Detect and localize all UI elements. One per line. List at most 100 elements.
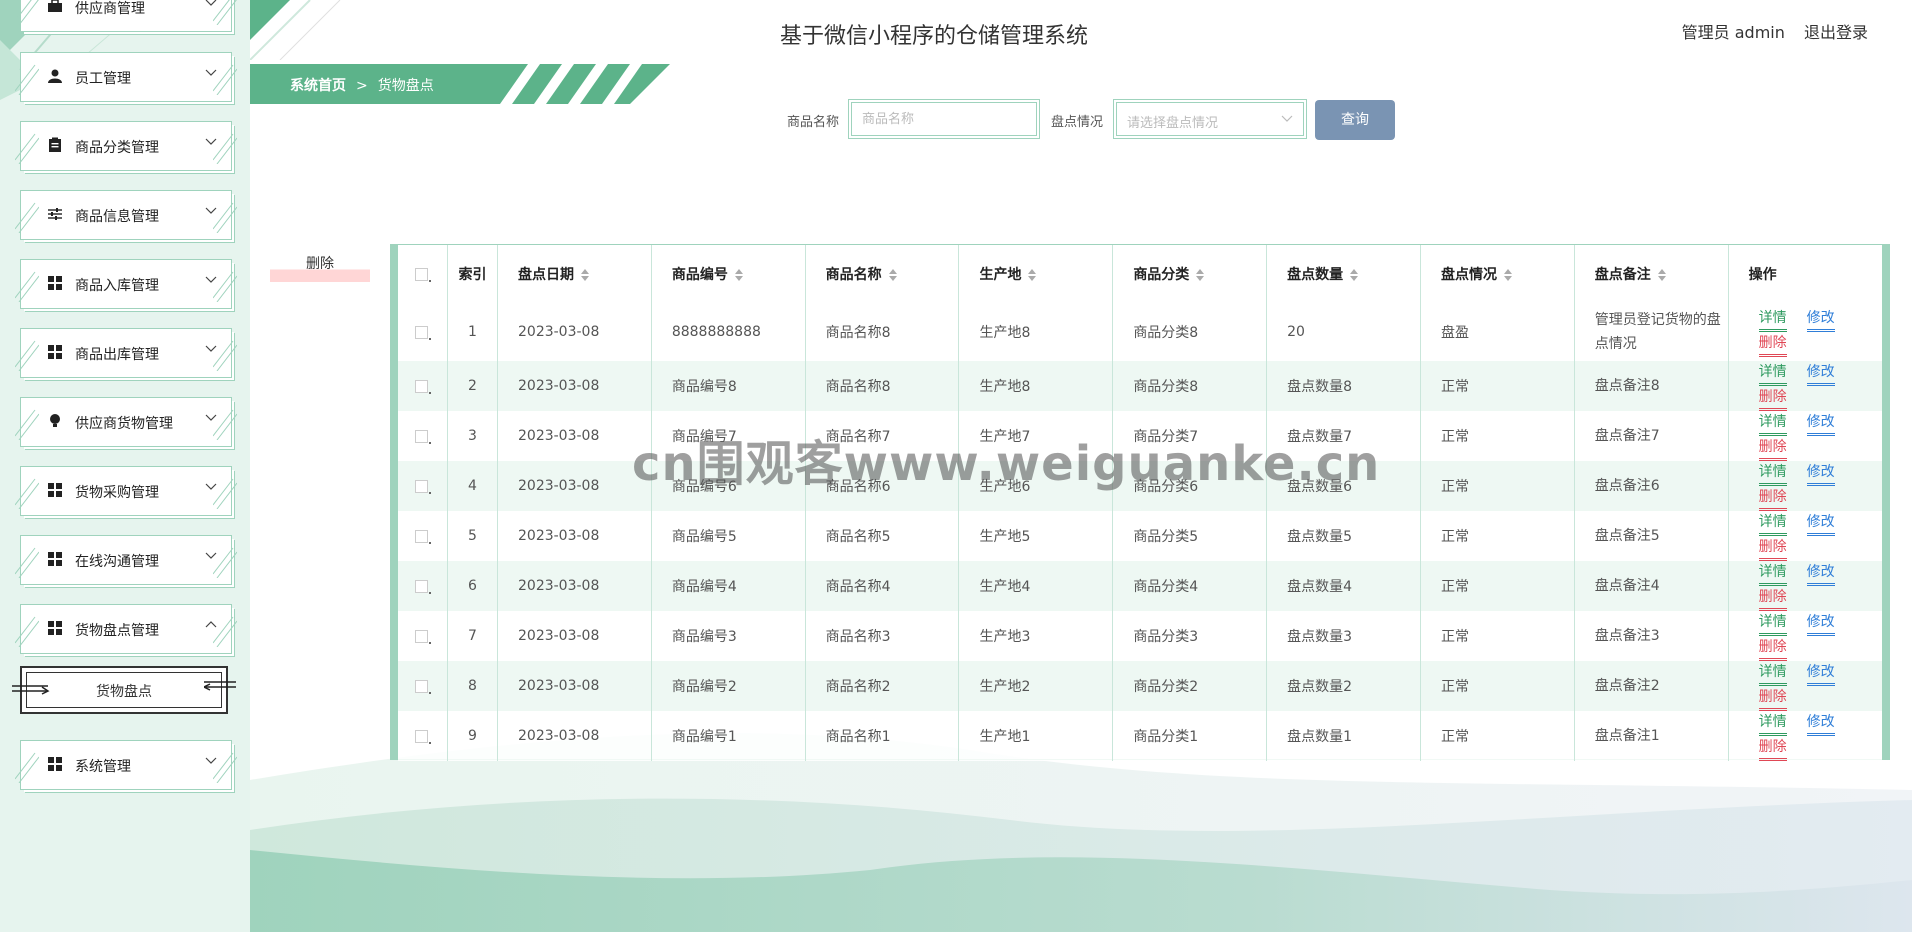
sidebar-item-8[interactable]: 货物采购管理: [15, 466, 237, 516]
sort-icon[interactable]: [1349, 268, 1359, 282]
cell-note: 盘点备注5: [1574, 511, 1729, 561]
header-index: 索引: [447, 245, 498, 303]
delete-link[interactable]: 删除: [1758, 386, 1787, 411]
row-checkbox-cell[interactable]: [398, 303, 448, 361]
row-checkbox[interactable]: [414, 729, 428, 743]
sort-icon[interactable]: [888, 268, 898, 282]
row-checkbox[interactable]: [414, 679, 428, 693]
sidebar-item-2[interactable]: 员工管理: [15, 52, 237, 102]
cell-operations: 详情 修改删除: [1728, 661, 1882, 711]
delete-link[interactable]: 删除: [1758, 636, 1787, 661]
cell-qty: 盘点数量4: [1266, 561, 1421, 611]
row-checkbox[interactable]: [414, 379, 428, 393]
edit-link[interactable]: 修改: [1806, 411, 1835, 436]
sidebar-item-6[interactable]: 商品出库管理: [15, 328, 237, 378]
product-name-input[interactable]: [848, 99, 1040, 139]
delete-link[interactable]: 删除: [1758, 332, 1787, 357]
grid-icon: [47, 620, 63, 636]
sidebar-item-11[interactable]: 系统管理: [15, 740, 237, 790]
edit-link[interactable]: 修改: [1806, 611, 1835, 636]
edit-link[interactable]: 修改: [1806, 561, 1835, 586]
row-checkbox-cell[interactable]: [398, 611, 448, 661]
header-date[interactable]: 盘点日期: [497, 245, 652, 303]
edit-link[interactable]: 修改: [1806, 661, 1835, 686]
delete-link[interactable]: 删除: [1758, 736, 1787, 761]
sidebar-item-9[interactable]: 在线沟通管理: [15, 535, 237, 585]
breadcrumb-home[interactable]: 系统首页: [290, 78, 346, 94]
sort-icon[interactable]: [1503, 268, 1513, 282]
header-qty[interactable]: 盘点数量: [1266, 245, 1421, 303]
detail-link[interactable]: 详情: [1758, 561, 1787, 586]
sidebar-item-4[interactable]: 商品信息管理: [15, 190, 237, 240]
edit-link[interactable]: 修改: [1806, 361, 1835, 386]
row-checkbox-cell[interactable]: [398, 411, 448, 461]
row-checkbox[interactable]: [414, 479, 428, 493]
row-checkbox-cell[interactable]: [398, 511, 448, 561]
cell-operations: 详情 修改删除: [1728, 361, 1882, 411]
delete-link[interactable]: 删除: [1758, 586, 1787, 611]
detail-link[interactable]: 详情: [1758, 711, 1787, 736]
inventory-status-select[interactable]: 请选择盘点情况: [1113, 99, 1307, 139]
chevron-down-icon: [205, 138, 217, 145]
cell-index: 5: [447, 511, 498, 561]
header-code[interactable]: 商品编号: [651, 245, 806, 303]
edit-link[interactable]: 修改: [1806, 511, 1835, 536]
row-checkbox-cell[interactable]: [398, 711, 448, 761]
delete-link[interactable]: 删除: [1758, 536, 1787, 561]
cell-note: 盘点备注3: [1574, 611, 1729, 661]
delete-link[interactable]: 删除: [1758, 486, 1787, 511]
inventory-table-container: 索引 盘点日期 商品编号 商品名称 生产地 商品分类 盘点数量 盘点情况 盘点备…: [390, 244, 1890, 761]
cell-qty: 20: [1266, 303, 1421, 361]
header-name[interactable]: 商品名称: [805, 245, 960, 303]
header-note[interactable]: 盘点备注: [1574, 245, 1729, 303]
detail-link[interactable]: 详情: [1758, 511, 1787, 536]
detail-link[interactable]: 详情: [1758, 661, 1787, 686]
edit-link[interactable]: 修改: [1806, 461, 1835, 486]
detail-link[interactable]: 详情: [1758, 361, 1787, 386]
logout-link[interactable]: 退出登录: [1804, 23, 1868, 42]
clipboard-icon: [47, 137, 63, 153]
sort-icon[interactable]: [1027, 268, 1037, 282]
chevron-down-icon: [205, 276, 217, 283]
row-checkbox[interactable]: [414, 629, 428, 643]
sort-icon[interactable]: [1195, 268, 1205, 282]
detail-link[interactable]: 详情: [1758, 307, 1787, 332]
edit-link[interactable]: 修改: [1806, 711, 1835, 736]
cell-qty: 盘点数量7: [1266, 411, 1421, 461]
row-checkbox[interactable]: [414, 429, 428, 443]
row-checkbox[interactable]: [414, 325, 428, 339]
user-area: 管理员 admin 退出登录: [1682, 19, 1868, 43]
cell-code: 商品编号3: [651, 611, 806, 661]
query-button[interactable]: 查询: [1315, 100, 1395, 140]
sidebar-item-5[interactable]: 商品入库管理: [15, 259, 237, 309]
cell-status: 正常: [1420, 411, 1575, 461]
cell-status: 正常: [1420, 661, 1575, 711]
row-checkbox[interactable]: [414, 579, 428, 593]
select-all-checkbox[interactable]: [414, 267, 428, 281]
submenu-item-inventory-check[interactable]: 货物盘点: [12, 666, 236, 714]
header-status[interactable]: 盘点情况: [1420, 245, 1575, 303]
header-select-all[interactable]: [398, 245, 448, 303]
delete-link[interactable]: 删除: [1758, 436, 1787, 461]
sort-icon[interactable]: [1657, 268, 1667, 282]
chevron-down-icon: [205, 0, 217, 6]
detail-link[interactable]: 详情: [1758, 461, 1787, 486]
header-origin[interactable]: 生产地: [958, 245, 1114, 303]
batch-delete-button[interactable]: 删除: [270, 254, 370, 282]
row-checkbox-cell[interactable]: [398, 361, 448, 411]
submenu-label: 货物盘点: [96, 684, 152, 700]
detail-link[interactable]: 详情: [1758, 411, 1787, 436]
row-checkbox-cell[interactable]: [398, 661, 448, 711]
edit-link[interactable]: 修改: [1806, 307, 1835, 332]
row-checkbox-cell[interactable]: [398, 461, 448, 511]
sidebar-item-3[interactable]: 商品分类管理: [15, 121, 237, 171]
header-category[interactable]: 商品分类: [1112, 245, 1268, 303]
sidebar-item-7[interactable]: 供应商货物管理: [15, 397, 237, 447]
row-checkbox-cell[interactable]: [398, 561, 448, 611]
sort-icon[interactable]: [734, 268, 744, 282]
detail-link[interactable]: 详情: [1758, 611, 1787, 636]
delete-link[interactable]: 删除: [1758, 686, 1787, 711]
sort-icon[interactable]: [580, 268, 590, 282]
row-checkbox[interactable]: [414, 529, 428, 543]
sidebar-item-10[interactable]: 货物盘点管理: [15, 604, 237, 654]
